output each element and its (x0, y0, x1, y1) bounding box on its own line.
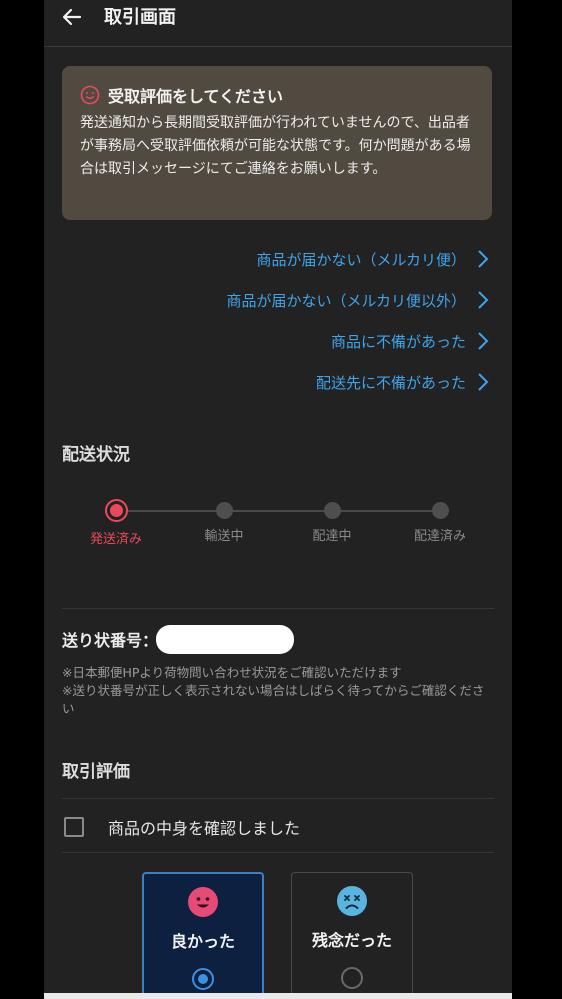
arrow-left-icon[interactable] (60, 5, 84, 29)
tracking-number-label: 送り状番号： (62, 631, 159, 650)
bottom-sheet-edge (44, 993, 512, 999)
sad-face-icon (337, 886, 367, 916)
shipping-status-title: 配送状況 (62, 445, 130, 465)
step-label: 輸送中 (204, 529, 244, 544)
link-not-received-mercari[interactable]: 商品が届かない（メルカリ便） (256, 247, 490, 271)
link-address-defect[interactable]: 配送先に不備があった (316, 370, 490, 394)
rating-title: 取引評価 (62, 762, 130, 782)
link-not-received-other[interactable]: 商品が届かない（メルカリ便以外） (226, 288, 490, 312)
happy-face-icon (188, 887, 218, 917)
chevron-right-icon (478, 250, 489, 268)
notice-body: 発送通知から長期間受取評価が行われていませんので、出品者が事務局へ受取評価依頼が… (80, 115, 471, 177)
app-header: 取引画面 (44, 0, 512, 47)
rating-bad-label: 残念だった (311, 931, 392, 950)
step-dot (431, 502, 449, 519)
step-dot (215, 502, 233, 519)
step-dot (323, 502, 341, 519)
link-label: 配送先に不備があった (315, 373, 466, 392)
step-out-for-delivery: 配達中 (292, 500, 372, 544)
confirm-contents-label: 商品の中身を確認しました (108, 819, 301, 838)
shipping-progress-line (116, 510, 440, 512)
chevron-right-icon (478, 332, 489, 350)
step-label: 配達済み (413, 529, 466, 544)
review-notice: 受取評価をしてください 発送通知から長期間受取評価が行われていませんので、出品者… (62, 66, 492, 220)
divider (62, 608, 494, 609)
step-label: 発送済み (89, 532, 142, 547)
link-item-defect[interactable]: 商品に不備があった (331, 329, 490, 353)
rating-good-radio[interactable] (192, 968, 214, 990)
notice-title: 受取評価をしてください (108, 87, 284, 106)
smile-face-icon (80, 85, 100, 105)
step-label: 配達中 (312, 529, 352, 544)
divider (62, 798, 494, 799)
rating-good-card[interactable]: 良かった (142, 872, 264, 999)
rating-bad-card[interactable]: 残念だった (291, 872, 413, 999)
step-shipped: 発送済み (76, 499, 156, 547)
chevron-right-icon (478, 291, 489, 309)
step-in-transit: 輸送中 (184, 500, 264, 544)
redacted-tracking-number (156, 625, 294, 654)
tracking-note: ※日本郵便HPより荷物問い合わせ状況をご確認いただけます ※送り状番号が正しく表… (62, 664, 494, 718)
page-title: 取引画面 (104, 7, 176, 28)
chevron-right-icon (478, 373, 489, 391)
confirm-contents-row[interactable]: 商品の中身を確認しました (64, 815, 300, 839)
link-label: 商品が届かない（メルカリ便） (256, 250, 466, 269)
trade-screen: 取引画面 受取評価をしてください 発送通知から長期間受取評価が行われていませんの… (44, 0, 512, 999)
divider (62, 852, 494, 853)
confirm-contents-checkbox[interactable] (64, 817, 84, 837)
link-label: 商品が届かない（メルカリ便以外） (226, 291, 466, 310)
rating-good-label: 良かった (170, 932, 235, 951)
step-delivered: 配達済み (400, 500, 480, 544)
link-label: 商品に不備があった (330, 332, 466, 351)
step-dot-active (104, 499, 128, 522)
rating-bad-radio[interactable] (341, 967, 363, 989)
tracking-note-text: ※日本郵便HPより荷物問い合わせ状況をご確認いただけます ※送り状番号が正しく表… (62, 665, 485, 716)
